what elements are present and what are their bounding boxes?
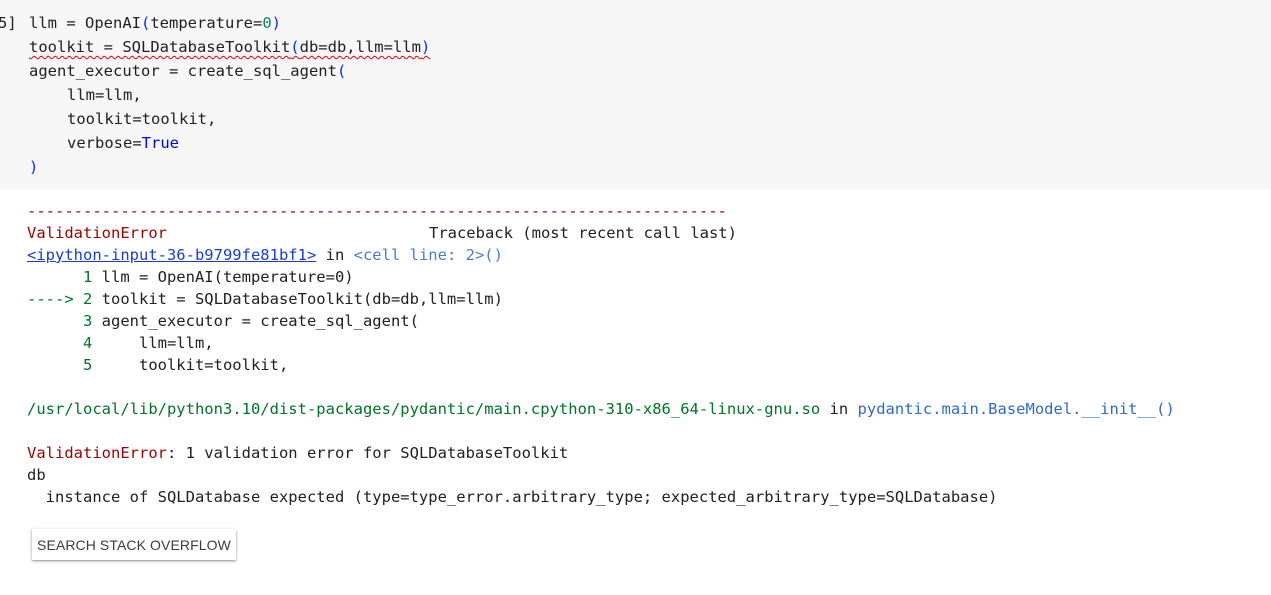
code-token: True — [141, 134, 179, 152]
error-field: db — [27, 466, 46, 484]
line-marker: 5 — [27, 356, 102, 374]
traceback-header: ValidationError Traceback (most recent ca… — [27, 222, 1175, 244]
code-token: temperature= — [150, 14, 263, 32]
error-name: ValidationError — [27, 224, 167, 242]
line-code: llm = OpenAI(temperature=0) — [101, 268, 354, 286]
error-detail: instance of SQLDatabase expected (type=t… — [27, 488, 998, 506]
line-code: llm=llm, — [101, 334, 214, 352]
in-word: in — [316, 246, 354, 264]
code-token: 0 — [262, 14, 272, 32]
code-token: ( — [336, 62, 347, 80]
traceback-label: Traceback (most recent call last) — [428, 224, 737, 242]
function-ref: pydantic.main.BaseModel.__init__() — [857, 400, 1175, 418]
cell-output: ----------------------------------------… — [27, 200, 1175, 508]
code-token: agent_executor = create_sql_agent — [29, 62, 337, 80]
code-line-5: toolkit=toolkit, — [67, 110, 217, 128]
traceback-line-3: 3 agent_executor = create_sql_agent( — [27, 310, 1175, 332]
code-token: llm = OpenAI — [29, 14, 141, 32]
code-token: ) — [420, 38, 431, 56]
code-token: ( — [140, 14, 151, 32]
code-line-1: llm = OpenAI(temperature=0) — [29, 11, 430, 35]
traceback-line-2: ----> 2 toolkit = SQLDatabaseToolkit(db=… — [27, 288, 1175, 310]
code-editor[interactable]: llm = OpenAI(temperature=0) toolkit = SQ… — [29, 11, 430, 179]
code-line-6: verbose=True — [29, 131, 430, 155]
line-marker: 4 — [27, 334, 102, 352]
traceback-line-4: 4 llm=llm, — [27, 332, 1175, 354]
line-marker: 1 — [27, 268, 102, 286]
traceback-separator: ----------------------------------------… — [27, 202, 727, 220]
code-line-4: llm=llm, — [67, 86, 142, 104]
code-token: db=db,llm=llm — [299, 38, 421, 56]
line-code: agent_executor = create_sql_agent( — [101, 312, 419, 330]
cell-prompt: 5] — [0, 14, 17, 32]
line-marker: 3 — [27, 312, 102, 330]
code-token: ) — [271, 14, 281, 32]
final-error-name: ValidationError — [27, 444, 167, 462]
code-line-7: ) — [29, 158, 39, 176]
traceback-location: <ipython-input-36-b9799fe81bf1> in <cell… — [27, 244, 1175, 266]
final-error-message: : 1 validation error for SQLDatabaseTool… — [166, 444, 569, 462]
code-cell[interactable]: 5] llm = OpenAI(temperature=0) toolkit =… — [0, 0, 1271, 189]
code-line-2: toolkit = SQLDatabaseToolkit(db=db,llm=l… — [29, 35, 430, 59]
line-code: toolkit = SQLDatabaseToolkit(db=db,llm=l… — [101, 290, 503, 308]
lint-error-underline: toolkit = SQLDatabaseToolkit(db=db,llm=l… — [29, 38, 430, 56]
final-error-line: ValidationError: 1 validation error for … — [27, 442, 1175, 464]
module-path-line: /usr/local/lib/python3.10/dist-packages/… — [27, 398, 1175, 420]
traceback-line-5: 5 toolkit=toolkit, — [27, 354, 1175, 376]
traceback-line-1: 1 llm = OpenAI(temperature=0) — [27, 266, 1175, 288]
line-code: toolkit=toolkit, — [101, 356, 289, 374]
ipython-input-link[interactable]: <ipython-input-36-b9799fe81bf1> — [27, 246, 316, 264]
code-line-3: agent_executor = create_sql_agent( — [29, 59, 430, 83]
code-token: ( — [290, 38, 300, 56]
search-stack-overflow-button[interactable]: SEARCH STACK OVERFLOW — [32, 529, 236, 560]
line-marker: ----> 2 — [27, 290, 102, 308]
code-token: toolkit = SQLDatabaseToolkit — [29, 38, 291, 56]
cell-line-ref: <cell line: 2>() — [353, 246, 503, 264]
code-token: verbose= — [67, 134, 142, 152]
module-path: /usr/local/lib/python3.10/dist-packages/… — [27, 400, 821, 418]
in-word: in — [820, 400, 858, 418]
